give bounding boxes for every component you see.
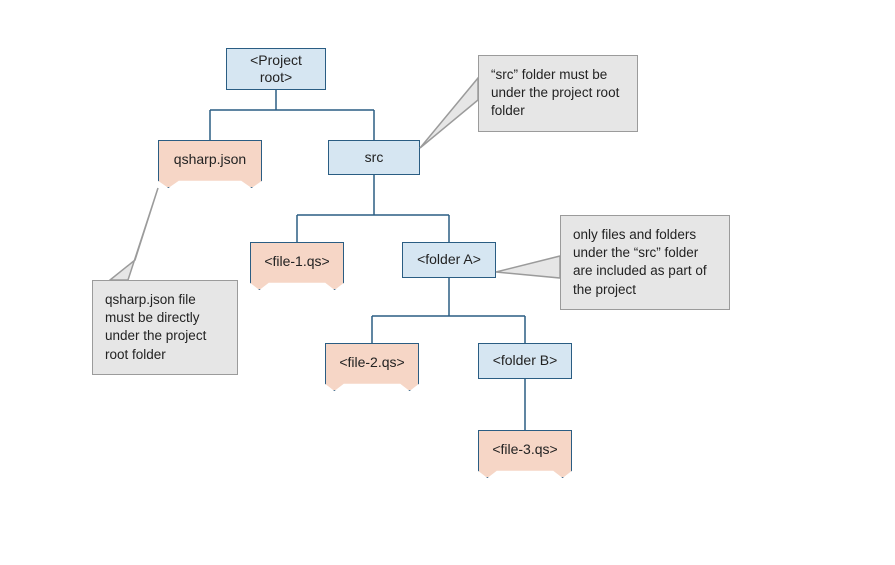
node-file-1: <file-1.qs> [250, 242, 344, 290]
node-src: src [328, 140, 420, 175]
node-file-3: <file-3.qs> [478, 430, 572, 478]
callout-text: “src” folder must be under the project r… [491, 67, 619, 118]
node-label: qsharp.json [174, 151, 246, 169]
node-label: <Project root> [233, 52, 319, 87]
callout-text: qsharp.json file must be directly under … [105, 292, 206, 362]
node-folder-a: <folder A> [402, 242, 496, 278]
callout-qsharp-json: qsharp.json file must be directly under … [92, 280, 238, 375]
node-qsharp-json: qsharp.json [158, 140, 262, 188]
node-file-2: <file-2.qs> [325, 343, 419, 391]
node-label: <file-1.qs> [264, 253, 329, 271]
node-project-root: <Project root> [226, 48, 326, 90]
callout-folder: only files and folders under the “src” f… [560, 215, 730, 310]
callout-text: only files and folders under the “src” f… [573, 227, 707, 297]
node-folder-b: <folder B> [478, 343, 572, 379]
node-label: <folder B> [493, 352, 558, 370]
node-label: <file-3.qs> [492, 441, 557, 459]
node-label: src [365, 149, 384, 167]
node-label: <folder A> [417, 251, 481, 269]
diagram-canvas: <Project root> qsharp.json src <file-1.q… [0, 0, 895, 565]
callout-src: “src” folder must be under the project r… [478, 55, 638, 132]
node-label: <file-2.qs> [339, 354, 404, 372]
